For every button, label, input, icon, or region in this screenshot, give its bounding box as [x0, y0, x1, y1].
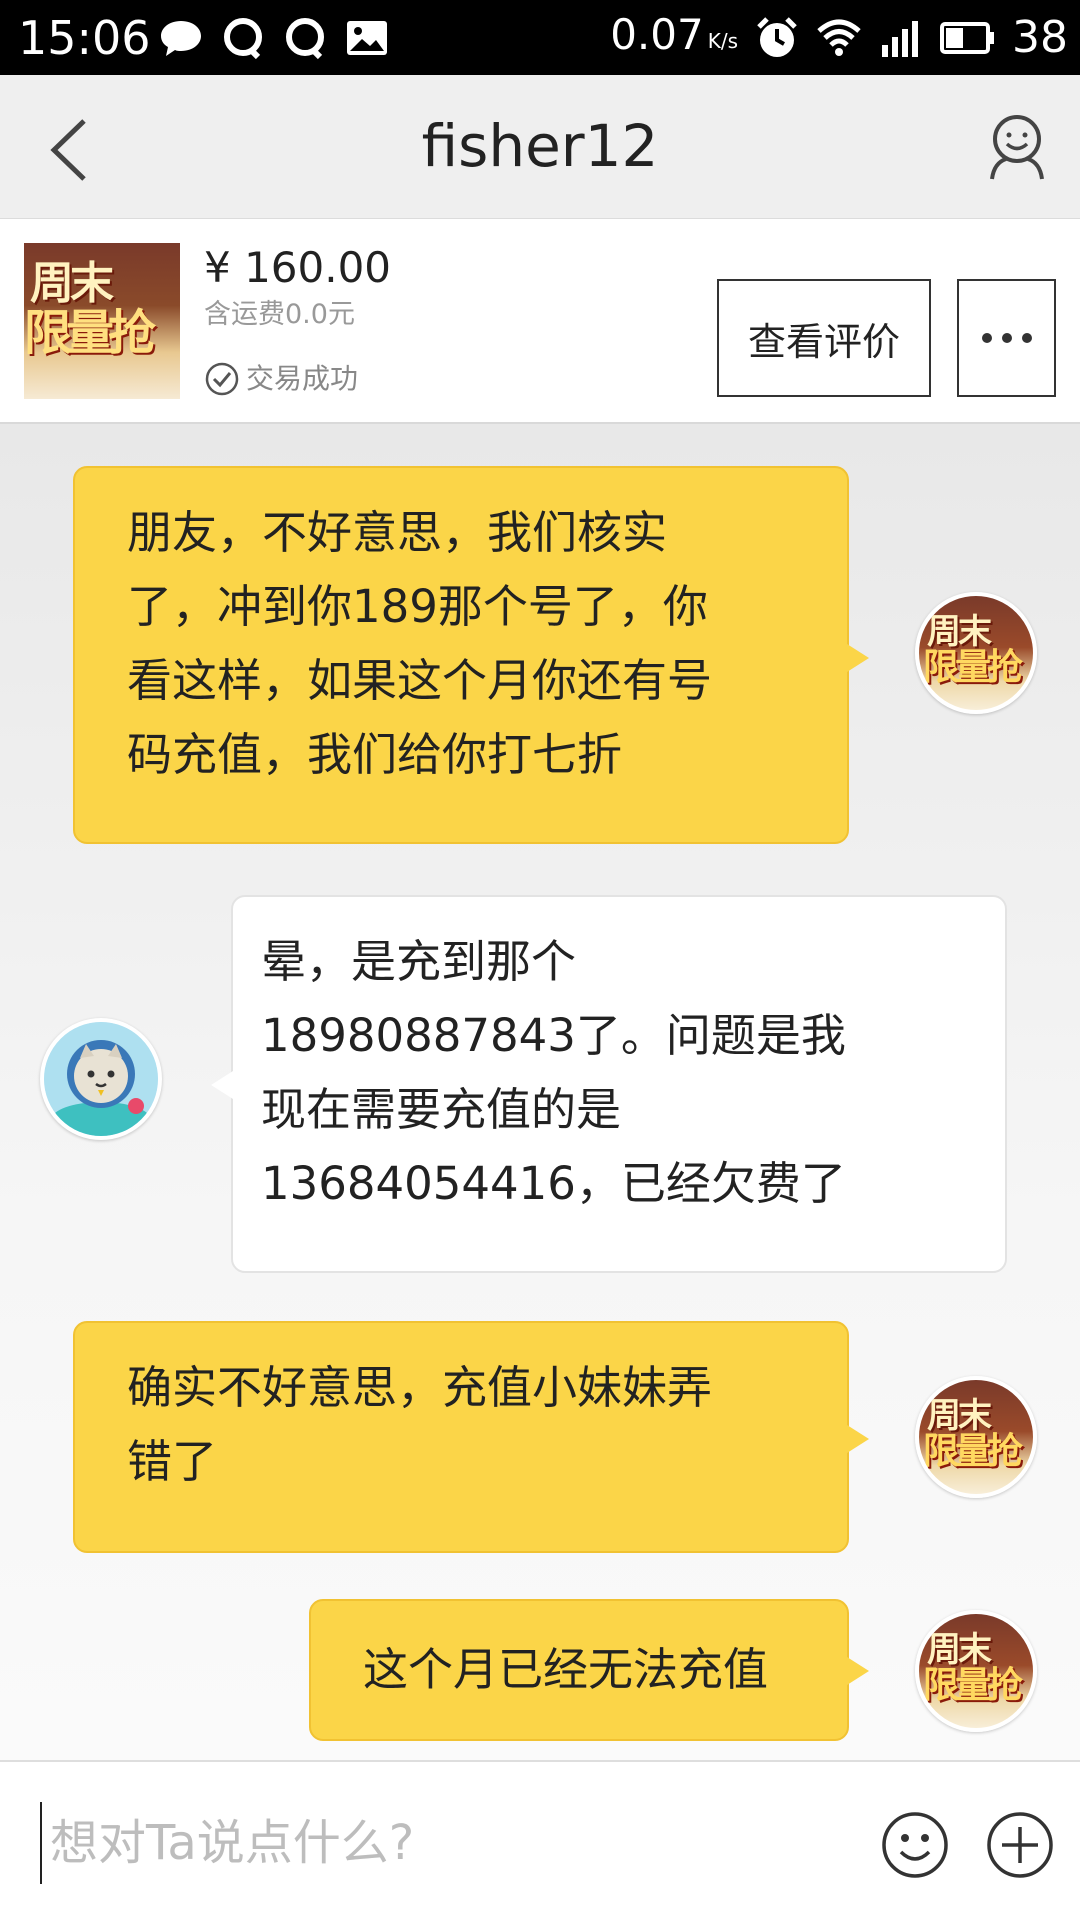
alarm-icon — [757, 17, 797, 57]
qq-icon — [224, 18, 262, 60]
bubble-tail — [847, 644, 869, 672]
message-line: 确实不好意思，充值小妹妹弄 — [127, 1361, 713, 1414]
bubble-tail — [211, 1071, 233, 1099]
avatar-text-line2: 限量抢 — [923, 1431, 1023, 1472]
network-speed: 0.07 K/s — [610, 7, 738, 69]
chat-header: fisher12 — [0, 75, 1080, 219]
product-price: ¥ 160.00 — [204, 243, 392, 292]
status-time: 15:06 — [18, 11, 151, 65]
signal-3g-icon — [882, 21, 918, 57]
avatar-text-line2: 限量抢 — [923, 647, 1023, 688]
message-line: 18980887843了。问题是我 — [261, 1009, 846, 1062]
message-bubble-outgoing[interactable]: 朋友，不好意思，我们核实 了，冲到你189那个号了，你 看这样，如果这个月你还有… — [73, 466, 869, 844]
qq-icon — [286, 18, 324, 60]
cat-astronaut-icon — [44, 1022, 158, 1136]
chat-bubble-icon — [161, 21, 201, 56]
battery-icon — [940, 22, 994, 54]
emoji-icon[interactable] — [880, 1810, 950, 1880]
more-options-button[interactable] — [957, 279, 1056, 397]
avatar-text-line2: 限量抢 — [923, 1665, 1023, 1706]
page-title: fisher12 — [421, 112, 659, 180]
bubble-tail — [847, 1425, 869, 1453]
message-line: 朋友，不好意思，我们核实 — [127, 506, 668, 559]
status-bar: 15:06 0.07 K/s 38 — [0, 0, 1080, 75]
shipping-fee: 含运费0.0元 — [204, 299, 355, 330]
message-bubble-outgoing[interactable]: 这个月已经无法充值 — [309, 1599, 869, 1741]
battery-percent: 38 — [1012, 12, 1068, 63]
message-line: 晕，是充到那个 — [261, 935, 577, 988]
wifi-icon — [817, 19, 861, 56]
image-icon — [347, 21, 387, 55]
status-right: 0.07 K/s 38 — [610, 8, 1068, 68]
user-profile-icon[interactable] — [982, 111, 1052, 181]
message-line: 错了 — [127, 1435, 218, 1488]
buyer-avatar[interactable] — [40, 1018, 162, 1140]
seller-avatar[interactable]: 周末 限量抢 — [915, 592, 1037, 714]
chat-messages[interactable]: 朋友，不好意思，我们核实 了，冲到你189那个号了，你 看这样，如果这个月你还有… — [0, 424, 1080, 1760]
message-input-bar — [0, 1760, 1080, 1922]
message-input[interactable] — [40, 1802, 852, 1884]
message-bubble-incoming[interactable]: 晕，是充到那个 18980887843了。问题是我 现在需要充值的是 13684… — [211, 895, 1007, 1273]
message-line: 码充值，我们给你打七折 — [127, 728, 623, 781]
message-bubble-outgoing[interactable]: 确实不好意思，充值小妹妹弄 错了 — [73, 1321, 869, 1553]
check-circle-icon — [205, 362, 239, 396]
add-attachment-icon[interactable] — [985, 1810, 1055, 1880]
message-line: 这个月已经无法充值 — [363, 1643, 769, 1696]
network-speed-unit: K/s — [707, 29, 738, 53]
message-line: 看这样，如果这个月你还有号 — [127, 654, 713, 707]
product-card: 周末 限量抢 ¥ 160.00 含运费0.0元 交易成功 查看评价 — [0, 219, 1080, 424]
network-speed-value: 0.07 — [610, 10, 704, 59]
trade-status-text: 交易成功 — [246, 362, 359, 395]
message-line: 13684054416，已经欠费了 — [261, 1157, 846, 1210]
thumbnail-text-line2: 限量抢 — [24, 305, 156, 361]
message-line: 了，冲到你189那个号了，你 — [127, 580, 708, 633]
message-line: 现在需要充值的是 — [261, 1083, 622, 1136]
product-thumbnail[interactable]: 周末 限量抢 — [24, 243, 180, 399]
seller-avatar[interactable]: 周末 限量抢 — [915, 1376, 1037, 1498]
view-review-button[interactable]: 查看评价 — [717, 279, 931, 397]
more-dots-icon — [981, 333, 1032, 343]
bubble-tail — [847, 1657, 869, 1685]
trade-status: 交易成功 — [204, 361, 358, 397]
notification-icons — [158, 14, 390, 62]
seller-avatar[interactable]: 周末 限量抢 — [915, 1610, 1037, 1732]
